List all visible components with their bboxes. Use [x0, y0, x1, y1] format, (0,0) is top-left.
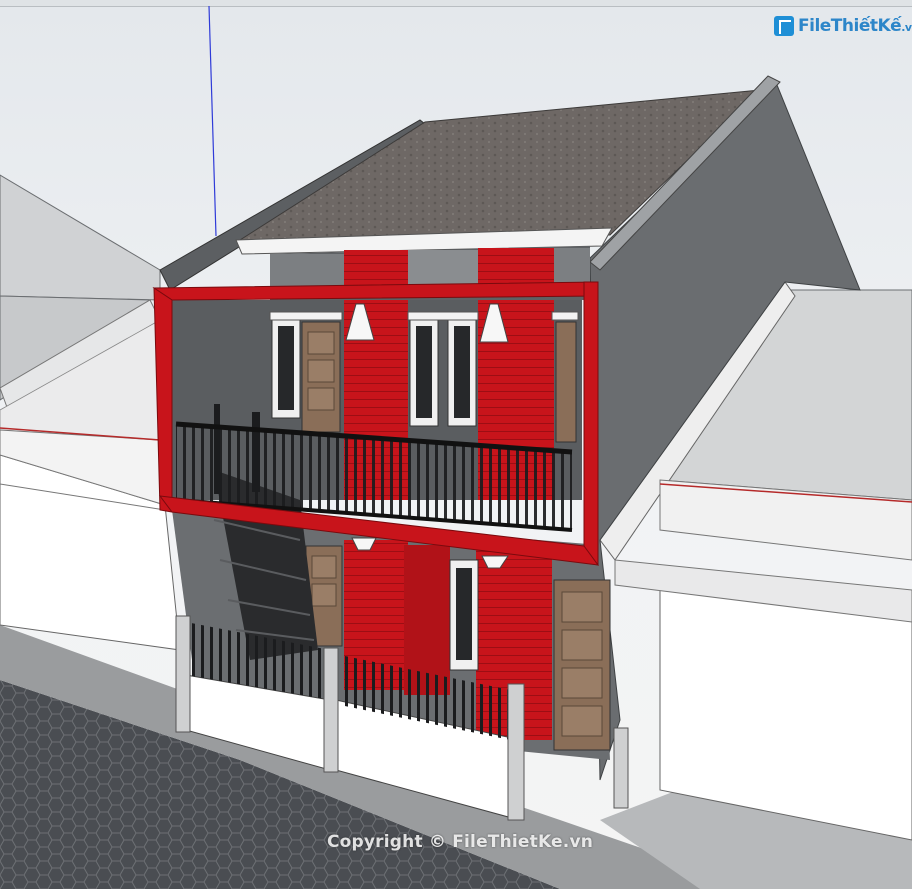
upper-door-right	[555, 321, 577, 443]
3d-viewport[interactable]: FileThiếtKế.vn Copyright © FileThietKe.v…	[0, 0, 912, 889]
ground-door-right	[553, 579, 611, 751]
watermark-logo: FileThiếtKế.vn	[774, 14, 912, 38]
ground-window	[449, 559, 479, 671]
left-building-roof	[0, 174, 161, 301]
fence-post-far	[613, 727, 629, 809]
upper-window-center-2	[447, 317, 477, 427]
logo-text: FileThiếtKế.vn	[798, 16, 912, 36]
house-model-scene	[0, 5, 912, 889]
fence-post-right	[507, 683, 525, 821]
fence-post-mid	[323, 647, 339, 773]
fence-post-left	[175, 615, 191, 733]
upper-window-center-1	[409, 317, 439, 427]
upper-window-left	[271, 317, 301, 419]
blue-z-axis-line	[208, 5, 217, 237]
filethietke-logo-icon	[774, 16, 794, 36]
upper-door-left	[301, 321, 341, 433]
copyright-watermark: Copyright © FileThietKe.vn	[326, 832, 594, 852]
